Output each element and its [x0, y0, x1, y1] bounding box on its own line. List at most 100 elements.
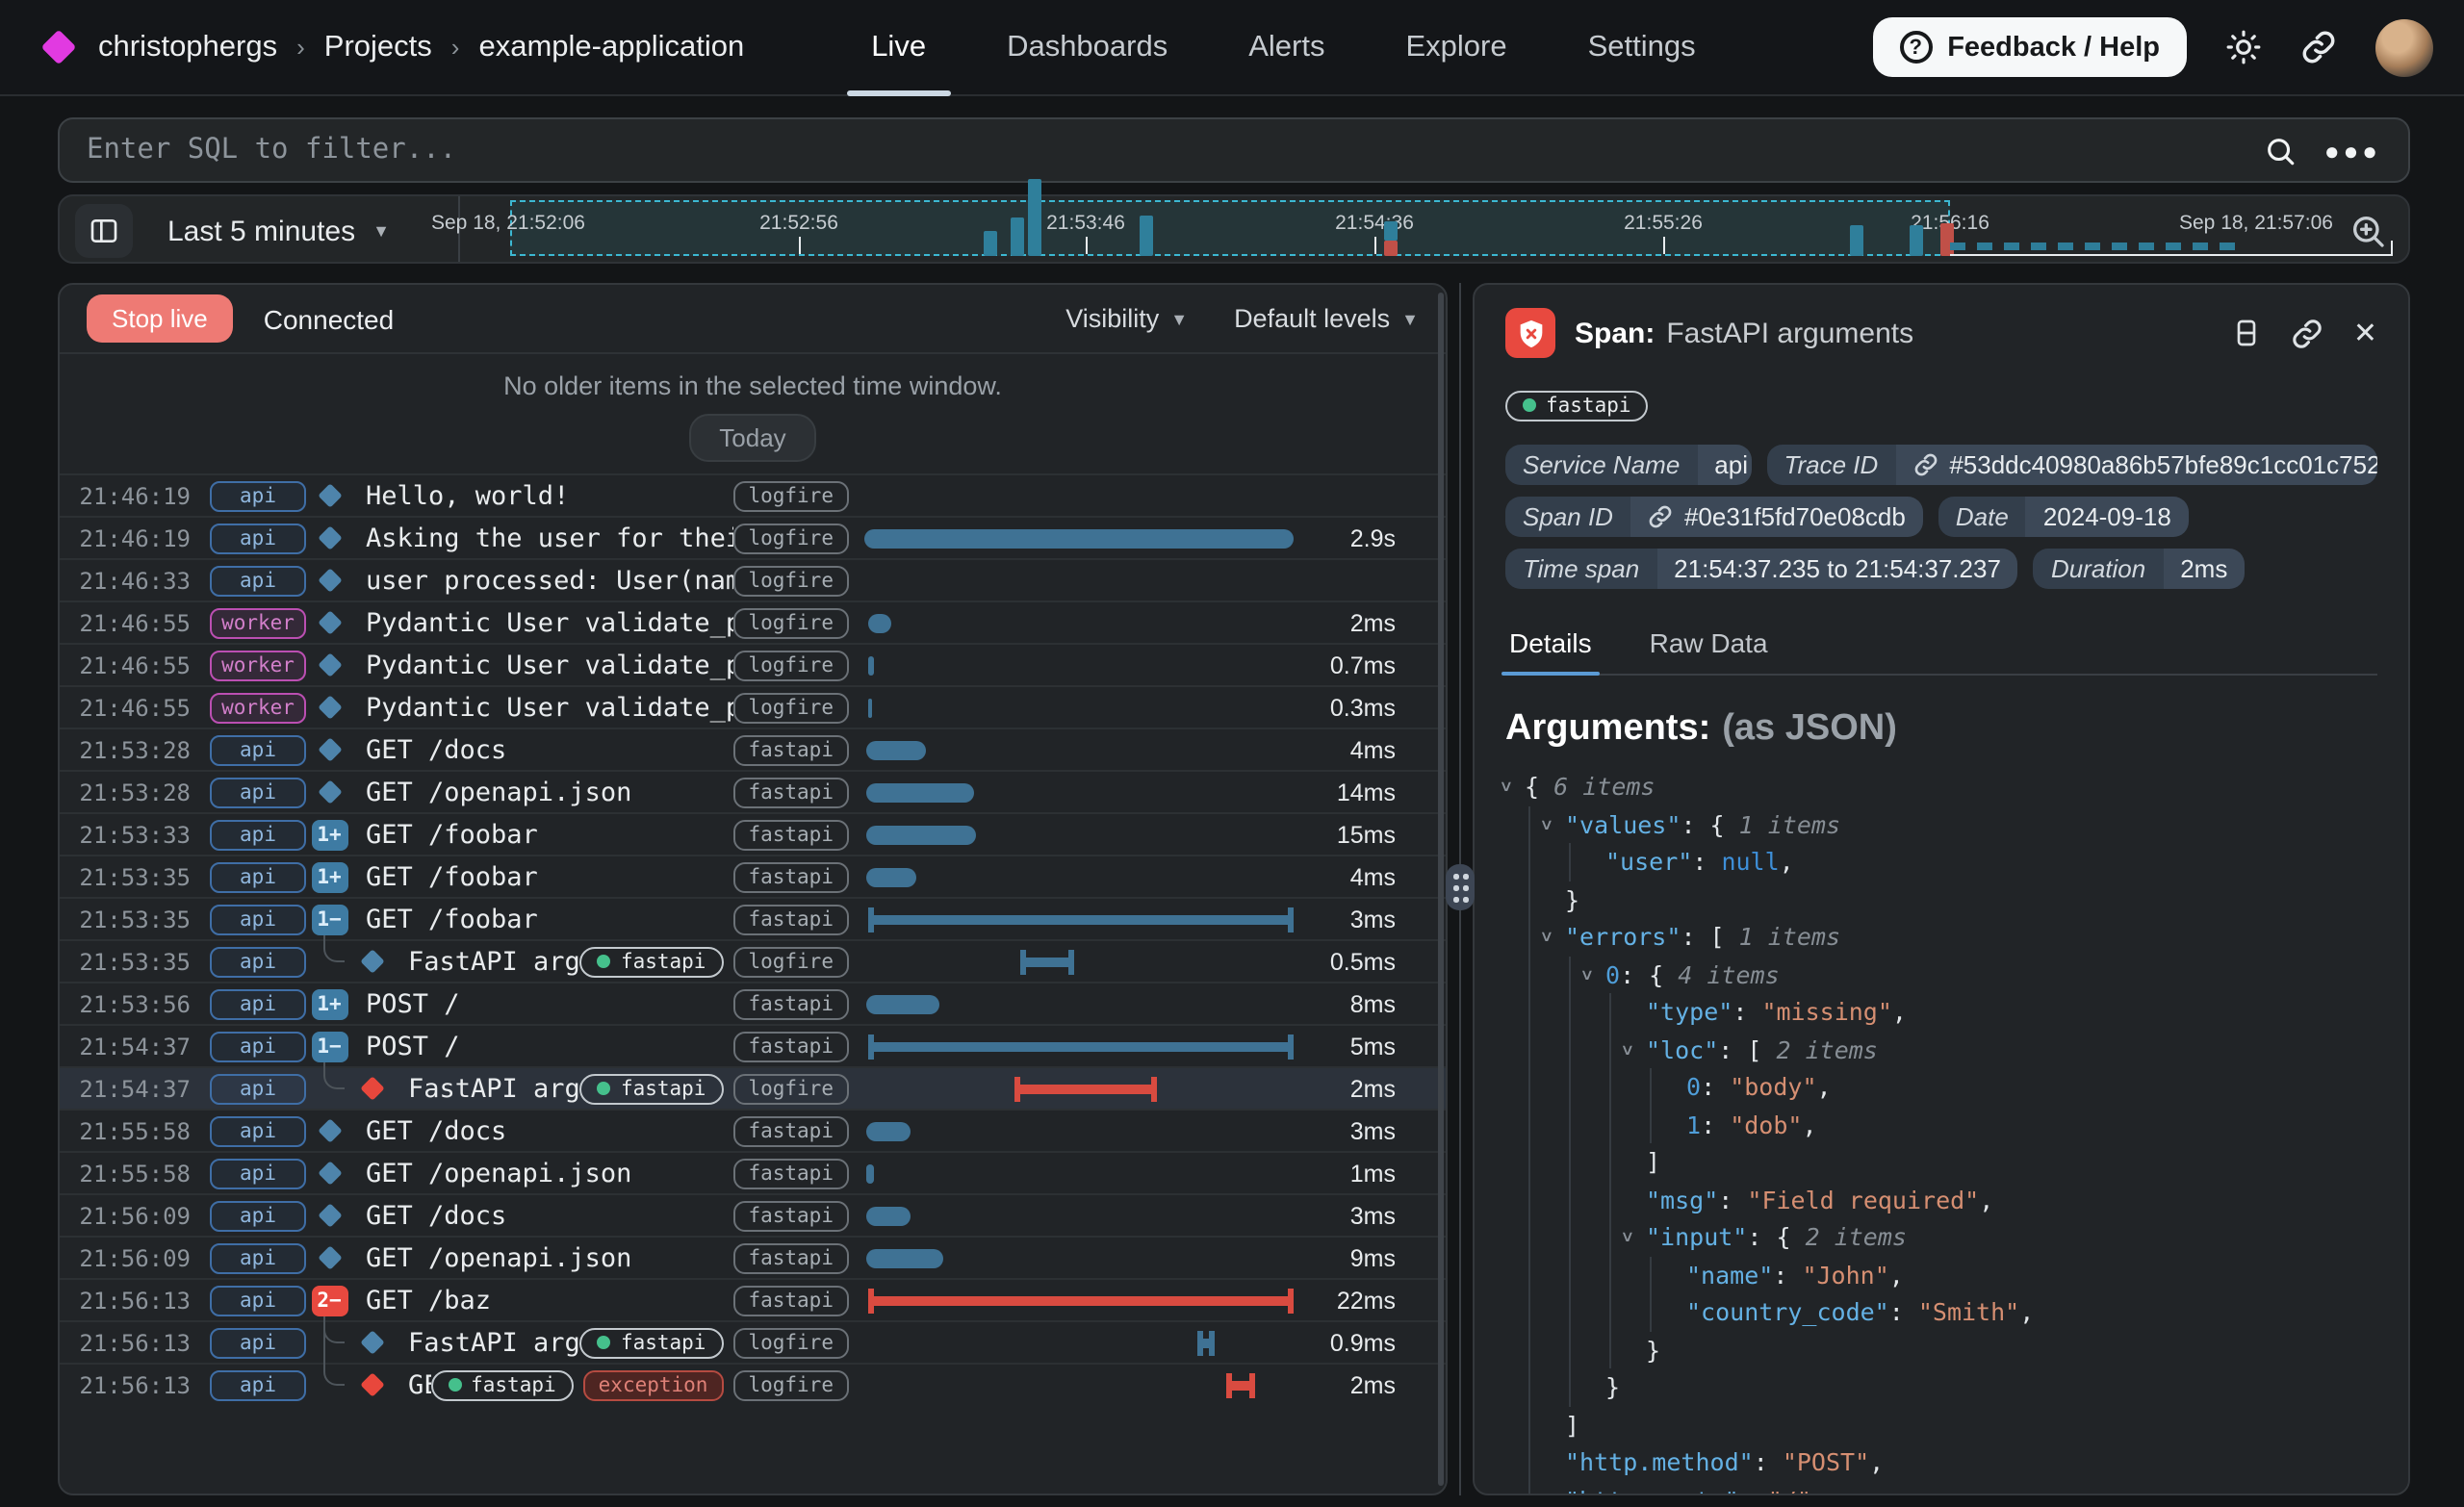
log-row[interactable]: 21:56:13apiFastAPI argumentsfastapilogfi…: [60, 1320, 1446, 1363]
log-row[interactable]: 21:53:35api1−GET /foobarfastapi3ms: [60, 897, 1446, 939]
fastapi-chip[interactable]: fastapi: [580, 1073, 724, 1104]
collapse-badge[interactable]: 1−: [311, 904, 347, 934]
log-row[interactable]: 21:56:13apiGET /baz (fofastapiexceptionl…: [60, 1363, 1446, 1405]
log-row[interactable]: 21:54:37api1−POST /fastapi5ms: [60, 1024, 1446, 1066]
service-tag-api[interactable]: api: [210, 946, 306, 977]
log-row[interactable]: 21:53:56api1+POST /fastapi8ms: [60, 982, 1446, 1024]
logfire-chip[interactable]: logfire: [732, 607, 849, 638]
zoom-in-icon[interactable]: [2348, 212, 2387, 250]
copy-link-icon[interactable]: [2292, 317, 2324, 349]
collapse-chevron-icon[interactable]: ∨: [1540, 929, 1553, 946]
service-tag-api[interactable]: api: [210, 523, 306, 553]
logfire-chip[interactable]: logfire: [732, 1073, 849, 1104]
service-tag-api[interactable]: api: [210, 1031, 306, 1061]
fastapi-chip[interactable]: fastapi: [732, 1285, 849, 1315]
logfire-chip[interactable]: logfire: [732, 650, 849, 680]
fastapi-chip[interactable]: fastapi: [430, 1369, 574, 1400]
collapse-badge[interactable]: 1+: [311, 988, 347, 1019]
service-tag-api[interactable]: api: [210, 819, 306, 850]
service-tag-api[interactable]: api: [210, 1369, 306, 1400]
logfire-logo-icon[interactable]: [41, 30, 77, 65]
json-line[interactable]: "name": "John",: [1505, 1256, 2377, 1293]
fastapi-chip[interactable]: fastapi: [732, 904, 849, 934]
tab-details[interactable]: Details: [1505, 618, 1596, 674]
log-row[interactable]: 21:54:37apiFastAPI argumentsfastapilogfi…: [60, 1066, 1446, 1109]
json-line[interactable]: ∨"errors": [ 1 items: [1505, 918, 2377, 956]
log-row[interactable]: 21:46:19apiHello, world!logfire: [60, 473, 1446, 516]
log-row[interactable]: 21:53:35apiFastAPI argumentsfastapilogfi…: [60, 939, 1446, 982]
service-tag-api[interactable]: api: [210, 1242, 306, 1273]
field-duration[interactable]: Duration2ms: [2034, 549, 2245, 589]
json-line[interactable]: ∨"input": { 2 items: [1505, 1218, 2377, 1256]
collapse-badge[interactable]: 2−: [311, 1285, 347, 1315]
fastapi-chip[interactable]: fastapi: [732, 1031, 849, 1061]
service-tag-api[interactable]: api: [210, 1115, 306, 1146]
tab-alerts[interactable]: Alerts: [1248, 0, 1324, 95]
fastapi-chip[interactable]: fastapi: [732, 1242, 849, 1273]
json-line[interactable]: ∨0: { 4 items: [1505, 956, 2377, 993]
fastapi-chip[interactable]: fastapi: [732, 861, 849, 892]
field-span-id[interactable]: Span ID#0e31f5fd70e08cdb: [1505, 497, 1923, 537]
fastapi-chip[interactable]: fastapi: [580, 946, 724, 977]
service-tag-worker[interactable]: worker: [210, 692, 306, 723]
service-tag-api[interactable]: api: [210, 988, 306, 1019]
fastapi-chip[interactable]: fastapi: [580, 1327, 724, 1358]
service-tag-api[interactable]: api: [210, 1158, 306, 1188]
service-tag-api[interactable]: api: [210, 1327, 306, 1358]
breadcrumb-org[interactable]: christophergs: [98, 30, 277, 64]
service-tag-api[interactable]: api: [210, 480, 306, 511]
timeline-selection[interactable]: [510, 200, 1950, 256]
collapse-badge[interactable]: 1+: [311, 819, 347, 850]
breadcrumb-project[interactable]: example-application: [478, 30, 744, 64]
tab-settings[interactable]: Settings: [1588, 0, 1696, 95]
json-line[interactable]: ∨{ 6 items: [1505, 768, 2377, 805]
tab-raw-data[interactable]: Raw Data: [1646, 618, 1772, 674]
logfire-chip[interactable]: logfire: [732, 480, 849, 511]
json-line[interactable]: "type": "missing",: [1505, 993, 2377, 1031]
json-line[interactable]: ∨"values": { 1 items: [1505, 805, 2377, 843]
close-icon[interactable]: ✕: [2353, 316, 2377, 350]
log-row[interactable]: 21:53:33api1+GET /foobarfastapi15ms: [60, 812, 1446, 855]
field-service-name[interactable]: Service Nameapi: [1505, 445, 1752, 485]
log-row[interactable]: 21:46:55workerPydantic User validate_pyt…: [60, 600, 1446, 643]
json-line[interactable]: "msg": "Field required",: [1505, 1181, 2377, 1218]
log-row[interactable]: 21:46:19apiAsking the user for their bir…: [60, 516, 1446, 558]
logfire-chip[interactable]: logfire: [732, 565, 849, 596]
fastapi-chip[interactable]: fastapi: [732, 734, 849, 765]
service-tag-api[interactable]: api: [210, 1285, 306, 1315]
split-view-icon[interactable]: [2232, 318, 2263, 348]
logfire-chip[interactable]: logfire: [732, 692, 849, 723]
service-tag-api[interactable]: api: [210, 777, 306, 807]
service-tag-api[interactable]: api: [210, 1200, 306, 1231]
sql-filter-input[interactable]: Enter SQL to filter...: [87, 135, 2238, 166]
service-tag-api[interactable]: api: [210, 861, 306, 892]
json-line[interactable]: ]: [1505, 1406, 2377, 1443]
collapse-chevron-icon[interactable]: ∨: [1500, 779, 1513, 796]
json-line[interactable]: "user": null,: [1505, 843, 2377, 881]
log-row[interactable]: 21:46:55workerPydantic User validate_pyt…: [60, 643, 1446, 685]
log-row[interactable]: 21:55:58apiGET /openapi.jsonfastapi1ms: [60, 1151, 1446, 1193]
log-row[interactable]: 21:53:28apiGET /openapi.jsonfastapi14ms: [60, 770, 1446, 812]
breadcrumb-projects[interactable]: Projects: [324, 30, 432, 64]
exception-chip[interactable]: exception: [583, 1369, 724, 1400]
fastapi-chip[interactable]: fastapi: [732, 1115, 849, 1146]
log-row[interactable]: 21:46:55workerPydantic User validate_pyt…: [60, 685, 1446, 728]
json-line[interactable]: }: [1505, 1368, 2377, 1406]
stop-live-button[interactable]: Stop live: [87, 294, 233, 343]
feedback-help-button[interactable]: ? Feedback / Help: [1872, 17, 2187, 77]
log-row[interactable]: 21:53:28apiGET /docsfastapi4ms: [60, 728, 1446, 770]
fastapi-tag-chip[interactable]: fastapi: [1505, 390, 1649, 421]
tab-live[interactable]: Live: [871, 0, 926, 95]
timeline-plot[interactable]: Sep 18, 21:52:06Sep 18, 21:57:0621:52:56…: [60, 196, 2408, 262]
json-line[interactable]: "http.method": "POST",: [1505, 1443, 2377, 1481]
share-link-icon[interactable]: [2300, 29, 2337, 65]
json-line[interactable]: 1: "dob",: [1505, 1106, 2377, 1143]
collapse-chevron-icon[interactable]: ∨: [1621, 1229, 1634, 1246]
collapse-badge[interactable]: 1−: [311, 1031, 347, 1061]
log-row[interactable]: 21:56:09apiGET /openapi.jsonfastapi9ms: [60, 1236, 1446, 1278]
fastapi-chip[interactable]: fastapi: [732, 1158, 849, 1188]
fastapi-chip[interactable]: fastapi: [732, 988, 849, 1019]
json-line[interactable]: "http.route": "/",: [1505, 1481, 2377, 1495]
json-line[interactable]: "country_code": "Smith",: [1505, 1293, 2377, 1331]
fastapi-chip[interactable]: fastapi: [732, 1200, 849, 1231]
